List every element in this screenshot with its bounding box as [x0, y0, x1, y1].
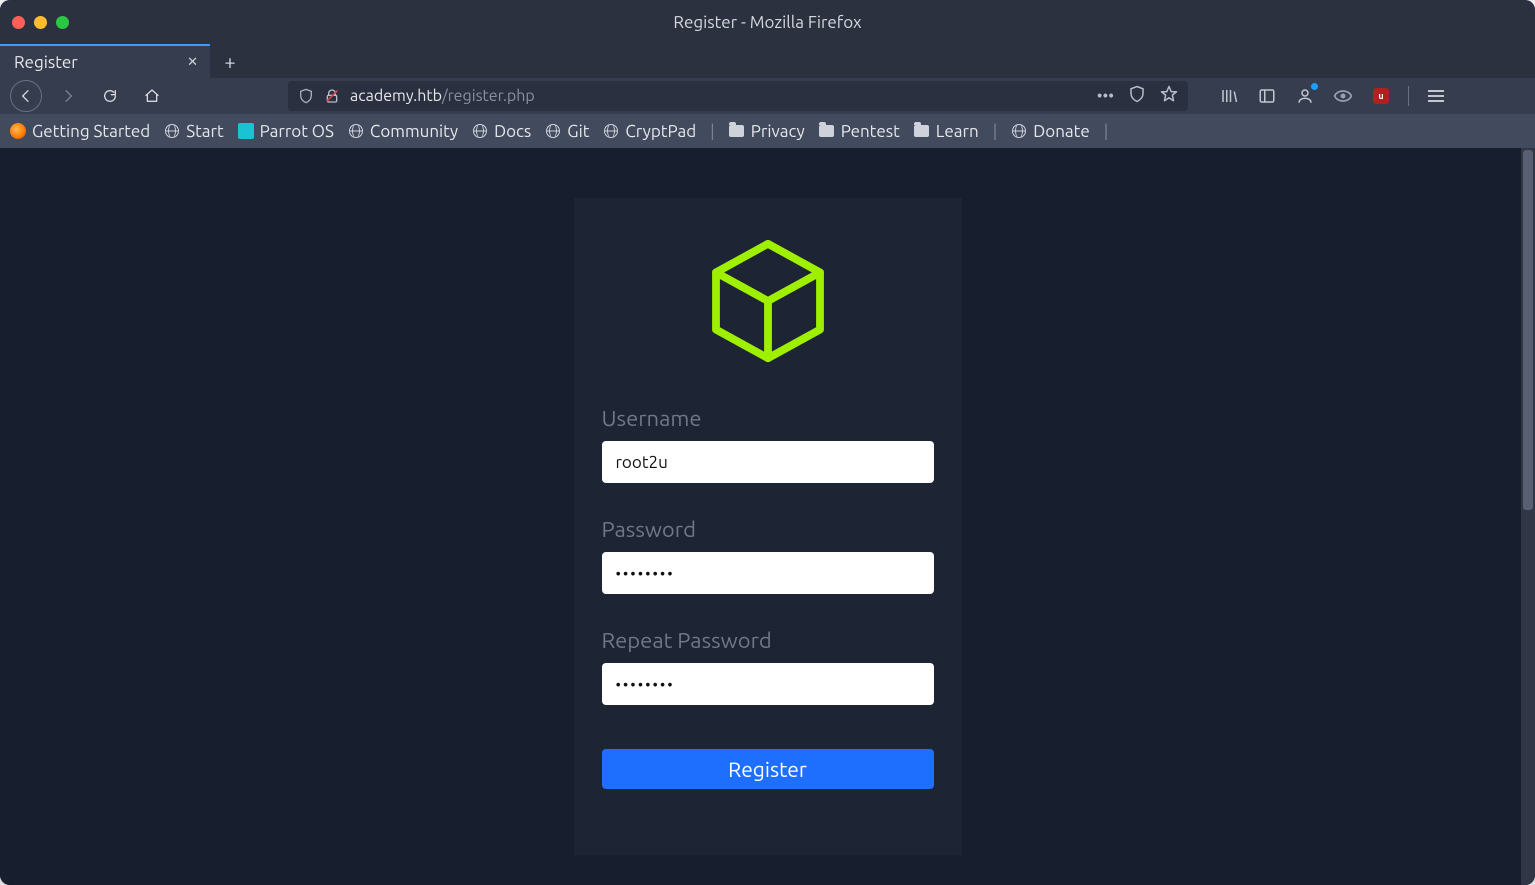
username-input[interactable]: [602, 441, 934, 483]
tabstrip: Register ✕ +: [0, 44, 1535, 78]
password-input[interactable]: [602, 552, 934, 594]
bookmark-star-icon[interactable]: [1160, 85, 1178, 107]
reload-button[interactable]: [94, 80, 126, 112]
tab-title: Register: [14, 53, 78, 72]
titlebar: Register - Mozilla Firefox: [0, 0, 1535, 44]
bookmark-item[interactable]: Git: [545, 122, 589, 141]
new-tab-button[interactable]: +: [210, 44, 250, 78]
bookmark-label: Donate: [1033, 122, 1089, 141]
tracking-shield-icon[interactable]: [298, 88, 314, 104]
arrow-right-icon: [60, 88, 76, 104]
forward-button[interactable]: [52, 80, 84, 112]
bookmark-item[interactable]: Community: [348, 122, 458, 141]
insecure-connection-icon[interactable]: [324, 88, 340, 104]
bookmark-item[interactable]: Donate: [1011, 122, 1089, 141]
hamburger-menu-button[interactable]: [1425, 85, 1447, 107]
cube-logo-icon: [703, 236, 833, 366]
bookmark-item[interactable]: Docs: [472, 122, 531, 141]
register-card: Username Password Repeat Password Regist…: [574, 198, 962, 855]
window-controls: [12, 16, 69, 29]
url-bar[interactable]: academy.htb/register.php •••: [288, 81, 1188, 111]
bookmark-label: Parrot OS: [260, 122, 334, 141]
minimize-window-button[interactable]: [34, 16, 47, 29]
tab-active[interactable]: Register ✕: [0, 44, 210, 78]
bookmark-item[interactable]: CryptPad: [603, 122, 696, 141]
bookmark-item[interactable]: Start: [164, 122, 223, 141]
scrollbar-thumb[interactable]: [1523, 150, 1533, 510]
bookmark-separator: |: [993, 122, 998, 141]
sidebars-icon[interactable]: [1256, 85, 1278, 107]
tab-close-icon[interactable]: ✕: [187, 55, 198, 70]
bookmark-separator: |: [1104, 122, 1109, 141]
repeat-password-input[interactable]: [602, 663, 934, 705]
reload-icon: [102, 88, 118, 104]
window-title: Register - Mozilla Firefox: [0, 13, 1535, 32]
repeat-password-label: Repeat Password: [602, 628, 934, 653]
bookmark-label: Learn: [936, 122, 979, 141]
back-button[interactable]: [10, 80, 42, 112]
bookmark-item[interactable]: Learn: [914, 122, 979, 141]
extension-ublock-icon[interactable]: u: [1370, 85, 1392, 107]
bookmark-separator: |: [710, 122, 715, 141]
bookmark-label: Docs: [494, 122, 531, 141]
bookmark-label: Git: [567, 122, 589, 141]
maximize-window-button[interactable]: [56, 16, 69, 29]
account-icon[interactable]: [1294, 85, 1316, 107]
url-right-icons: •••: [1097, 85, 1178, 107]
register-button[interactable]: Register: [602, 749, 934, 789]
url-text: academy.htb/register.php: [350, 87, 1087, 105]
bookmarks-bar: Getting Started Start Parrot OS Community Do…: [0, 114, 1535, 148]
close-window-button[interactable]: [12, 16, 25, 29]
home-button[interactable]: [136, 80, 168, 112]
extension-foxyproxy-icon[interactable]: [1332, 85, 1354, 107]
bookmark-item[interactable]: Privacy: [729, 122, 805, 141]
password-label: Password: [602, 517, 934, 542]
url-path: /register.php: [442, 87, 535, 105]
bookmark-item[interactable]: Parrot OS: [238, 122, 334, 141]
library-icon[interactable]: [1218, 85, 1240, 107]
bookmark-label: Getting Started: [32, 122, 150, 141]
page-actions-icon[interactable]: •••: [1097, 87, 1114, 105]
bookmark-label: CryptPad: [625, 122, 696, 141]
browser-window: Register - Mozilla Firefox Register ✕ +: [0, 0, 1535, 885]
vertical-scrollbar[interactable]: [1521, 148, 1535, 885]
bookmark-label: Community: [370, 122, 458, 141]
bookmark-item[interactable]: Getting Started: [10, 122, 150, 141]
reader-shield-icon[interactable]: [1128, 85, 1146, 107]
bookmark-label: Start: [186, 122, 223, 141]
username-label: Username: [602, 406, 934, 431]
page-viewport: Username Password Repeat Password Regist…: [0, 148, 1535, 885]
logo-wrap: [602, 236, 934, 366]
navbar: academy.htb/register.php •••: [0, 78, 1535, 114]
url-domain: academy.htb: [350, 87, 442, 105]
bookmark-label: Pentest: [841, 122, 900, 141]
home-icon: [144, 88, 160, 104]
toolbar-right: u: [1218, 85, 1447, 107]
arrow-left-icon: [18, 88, 34, 104]
bookmark-item[interactable]: Pentest: [819, 122, 900, 141]
bookmark-label: Privacy: [751, 122, 805, 141]
